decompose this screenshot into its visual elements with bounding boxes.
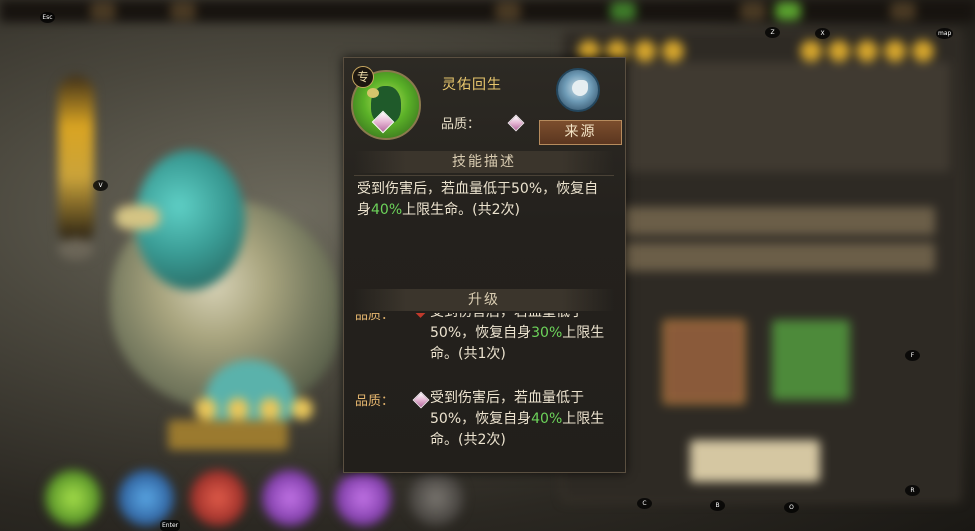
section-skill-description: 技能描述 xyxy=(354,151,614,173)
desc-highlight: 40% xyxy=(371,202,403,218)
skill-slot xyxy=(118,470,174,526)
bird-beak xyxy=(367,88,379,98)
hotkey-x[interactable]: X xyxy=(815,28,830,39)
exclusive-badge: 专 xyxy=(352,66,374,88)
skill-slot xyxy=(335,470,391,526)
top-bar-button xyxy=(740,2,766,20)
upgrade-quality-label: 品质： xyxy=(355,313,395,323)
top-bar-button xyxy=(890,2,916,20)
star-icon xyxy=(195,398,217,420)
skill-slot xyxy=(45,470,101,526)
coin-icon xyxy=(856,40,878,62)
pet-beak xyxy=(115,205,160,230)
hotkey-enter[interactable]: Enter xyxy=(160,520,181,531)
top-bar-button xyxy=(775,2,801,20)
stat-table xyxy=(570,62,950,172)
upgrade-text: 受到伤害后，若血量低于50%，恢复自身30%上限生命。(共1次) xyxy=(430,313,605,362)
skill-slot xyxy=(408,470,464,526)
coin-icon xyxy=(912,40,934,62)
eagle-icon[interactable] xyxy=(556,68,600,112)
top-bar-button xyxy=(90,2,116,20)
hotkey-esc[interactable]: Esc xyxy=(40,12,55,23)
top-bar-button xyxy=(495,2,521,20)
coin-icon xyxy=(884,40,906,62)
ability-bar xyxy=(615,243,935,271)
star-icon xyxy=(227,398,249,420)
upgrade-entry: 品质： 受到伤害后，若血量低于50%，恢复自身40%上限生命。(共2次) xyxy=(344,388,625,472)
section-upgrade: 升级 xyxy=(354,289,614,311)
upgrade-list[interactable]: 品质： 受到伤害后，若血量低于50%，恢复自身30%上限生命。(共1次) 品质：… xyxy=(344,313,625,472)
hotkey-r[interactable]: R xyxy=(905,485,920,496)
quality-gem-icon xyxy=(507,114,525,132)
hotkey-f[interactable]: F xyxy=(905,350,920,361)
divider xyxy=(354,175,614,176)
top-resource-bar xyxy=(0,0,975,22)
skill-slot xyxy=(262,470,318,526)
top-bar-button xyxy=(170,2,196,20)
ability-bar xyxy=(615,207,935,235)
hotkey-z[interactable]: Z xyxy=(765,27,780,38)
skill-tooltip: 专 灵佑回生 品质： 来源 技能描述 受到伤害后，若血量低于50%，恢复自身40… xyxy=(343,57,626,473)
hotkey-o[interactable]: O xyxy=(784,502,799,513)
hotkey-v[interactable]: V xyxy=(93,180,108,191)
item-card xyxy=(772,320,850,400)
coin-icon xyxy=(662,40,684,62)
confirm-button-bg xyxy=(690,440,820,482)
skill-description: 受到伤害后，若血量低于50%，恢复自身40%上限生命。(共2次) xyxy=(357,179,605,221)
hotkey-c[interactable]: C xyxy=(637,498,652,509)
star-icon xyxy=(291,398,313,420)
top-bar-button xyxy=(610,2,636,20)
coin-icon xyxy=(634,40,656,62)
quality-gem-red-icon xyxy=(414,313,427,318)
pet-name-banner xyxy=(168,420,288,450)
quality-label: 品质： xyxy=(441,117,481,132)
upgrade-entry: 品质： 受到伤害后，若血量低于50%，恢复自身30%上限生命。(共1次) xyxy=(344,313,625,388)
desc-text-end: 上限生命。(共2次) xyxy=(402,202,520,218)
item-card xyxy=(663,320,745,404)
coin-icon xyxy=(800,40,822,62)
pillar-base xyxy=(58,238,94,260)
source-button[interactable]: 来源 xyxy=(539,120,622,145)
upgrade-text: 受到伤害后，若血量低于50%，恢复自身40%上限生命。(共2次) xyxy=(430,390,605,448)
energy-pillar xyxy=(58,75,94,245)
coin-icon xyxy=(828,40,850,62)
skill-name: 灵佑回生 xyxy=(442,77,502,93)
skill-slot xyxy=(190,470,246,526)
upgrade-quality-label: 品质： xyxy=(355,394,395,409)
quality-gem-icon xyxy=(412,391,430,409)
hotkey-b[interactable]: B xyxy=(710,500,725,511)
star-icon xyxy=(259,398,281,420)
